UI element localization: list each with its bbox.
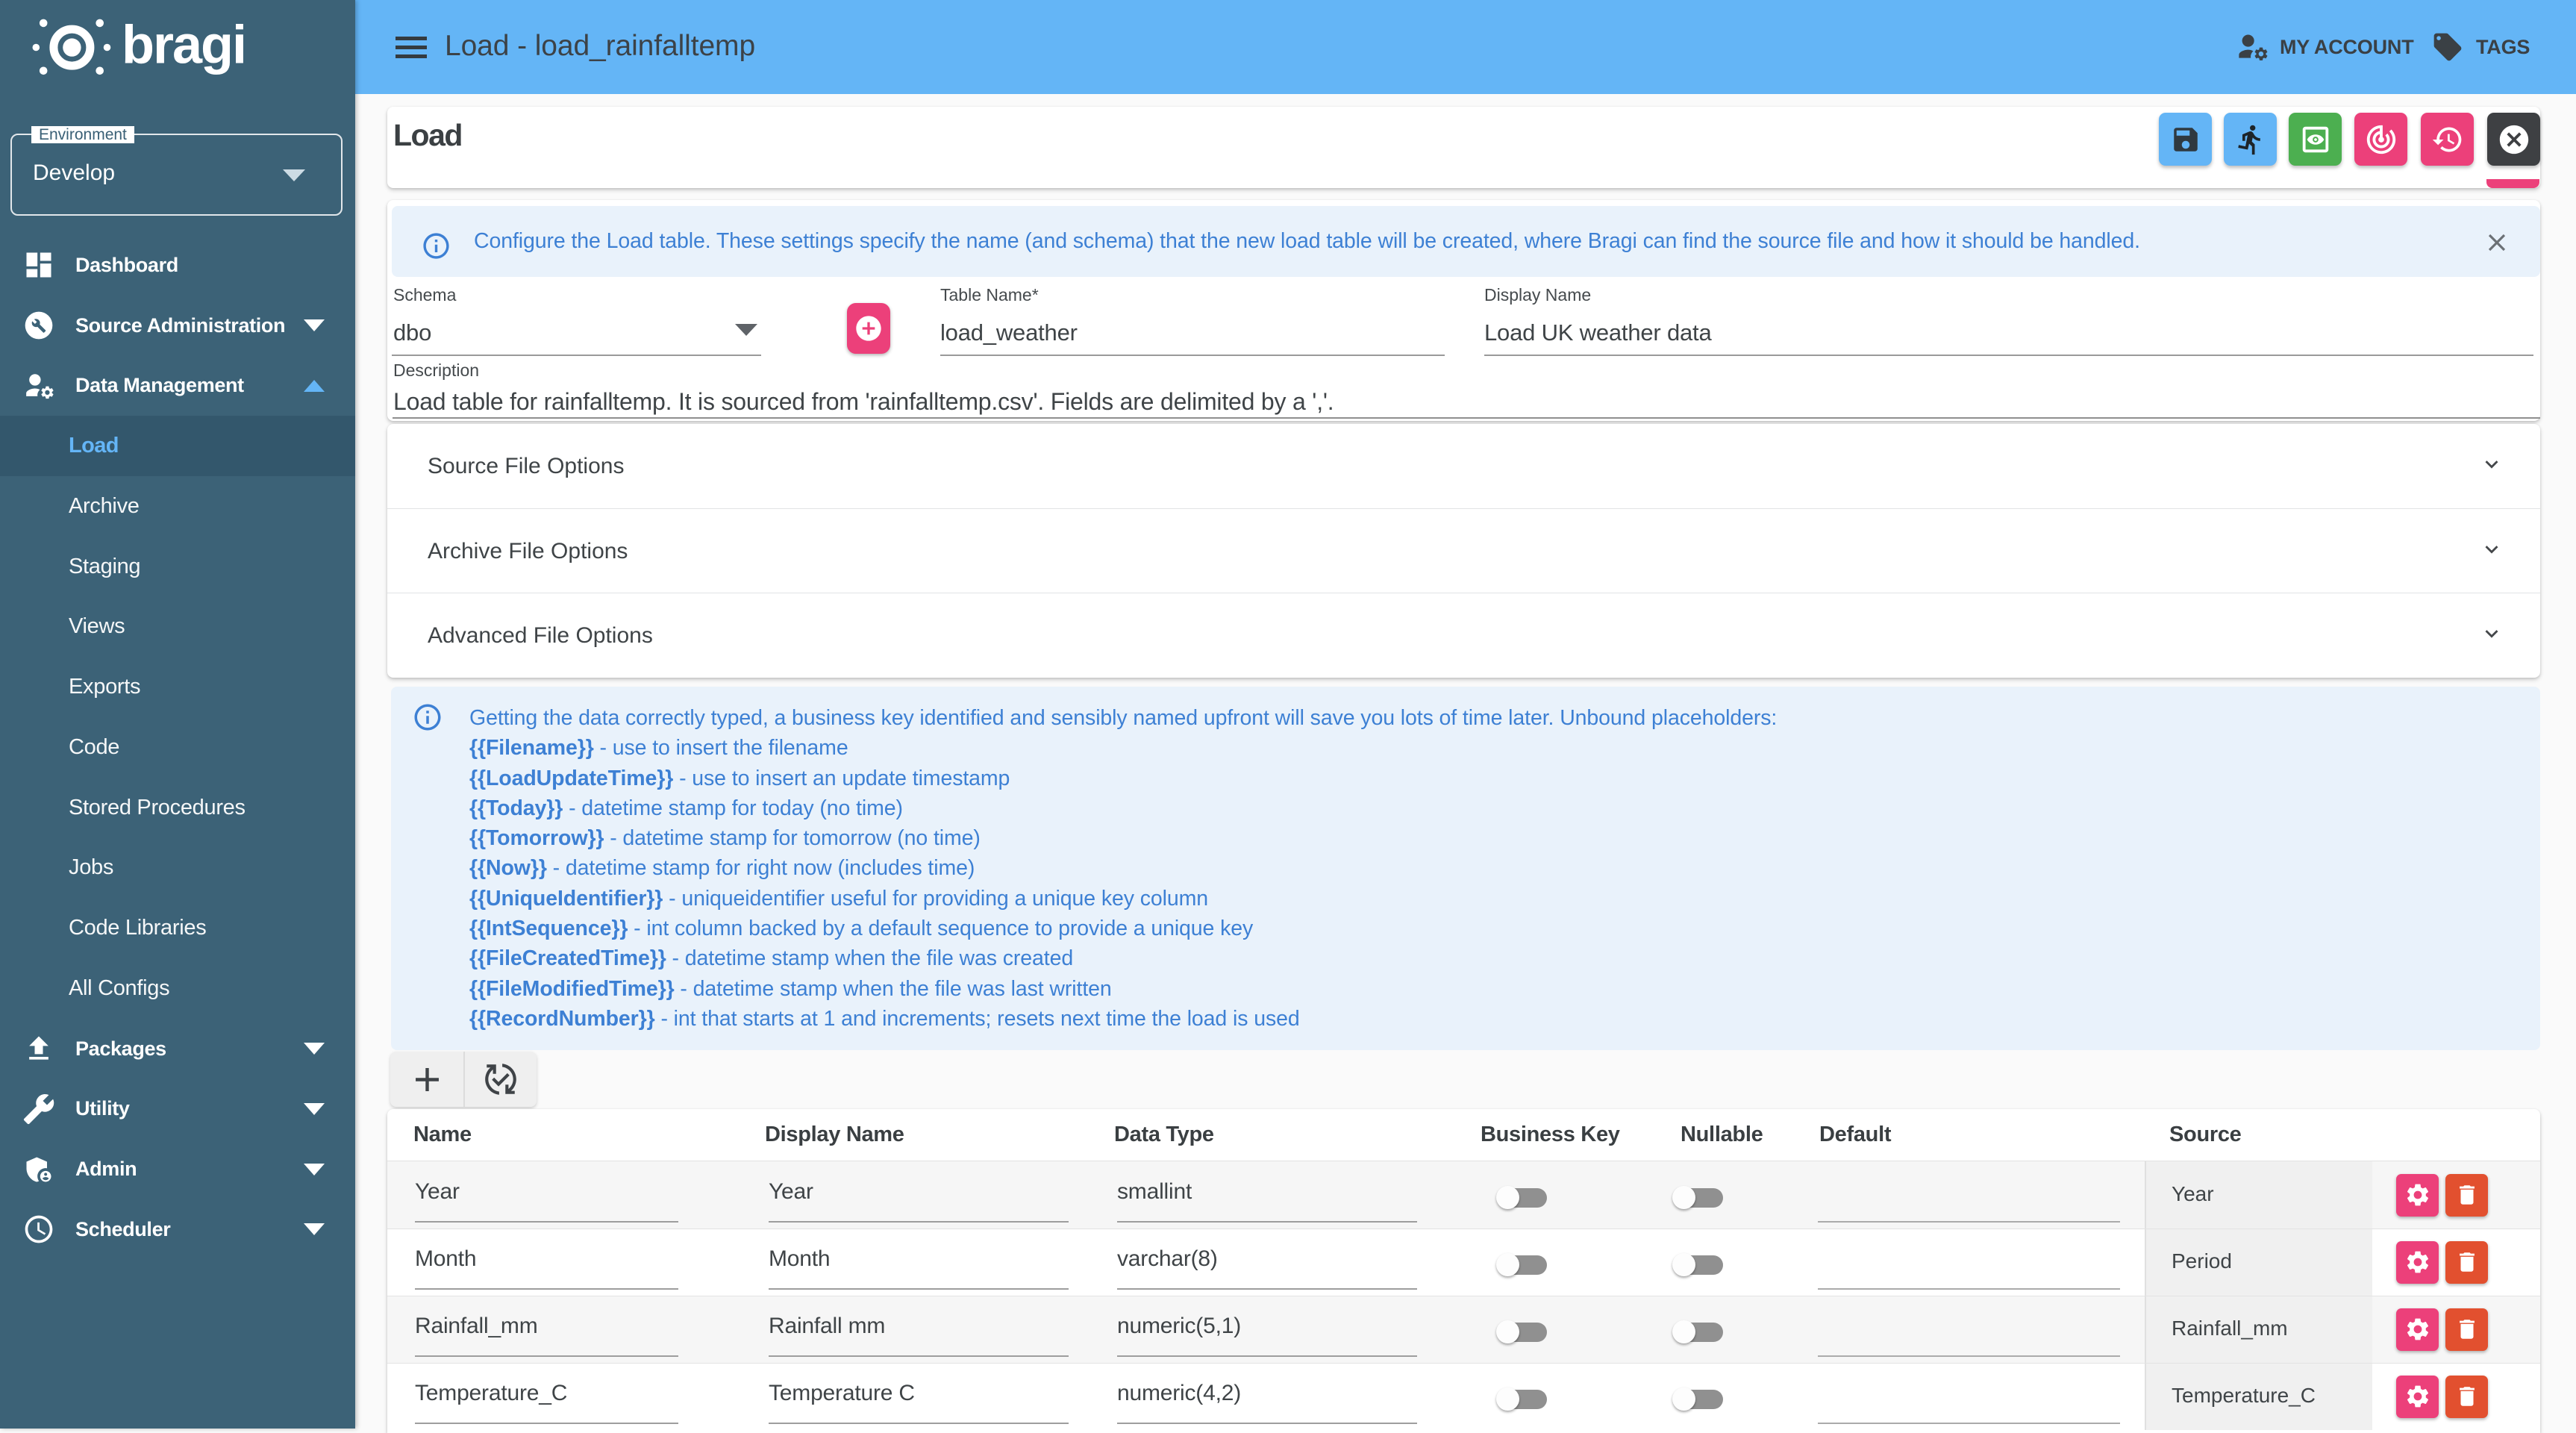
svg-text:bragi: bragi [122, 16, 246, 75]
